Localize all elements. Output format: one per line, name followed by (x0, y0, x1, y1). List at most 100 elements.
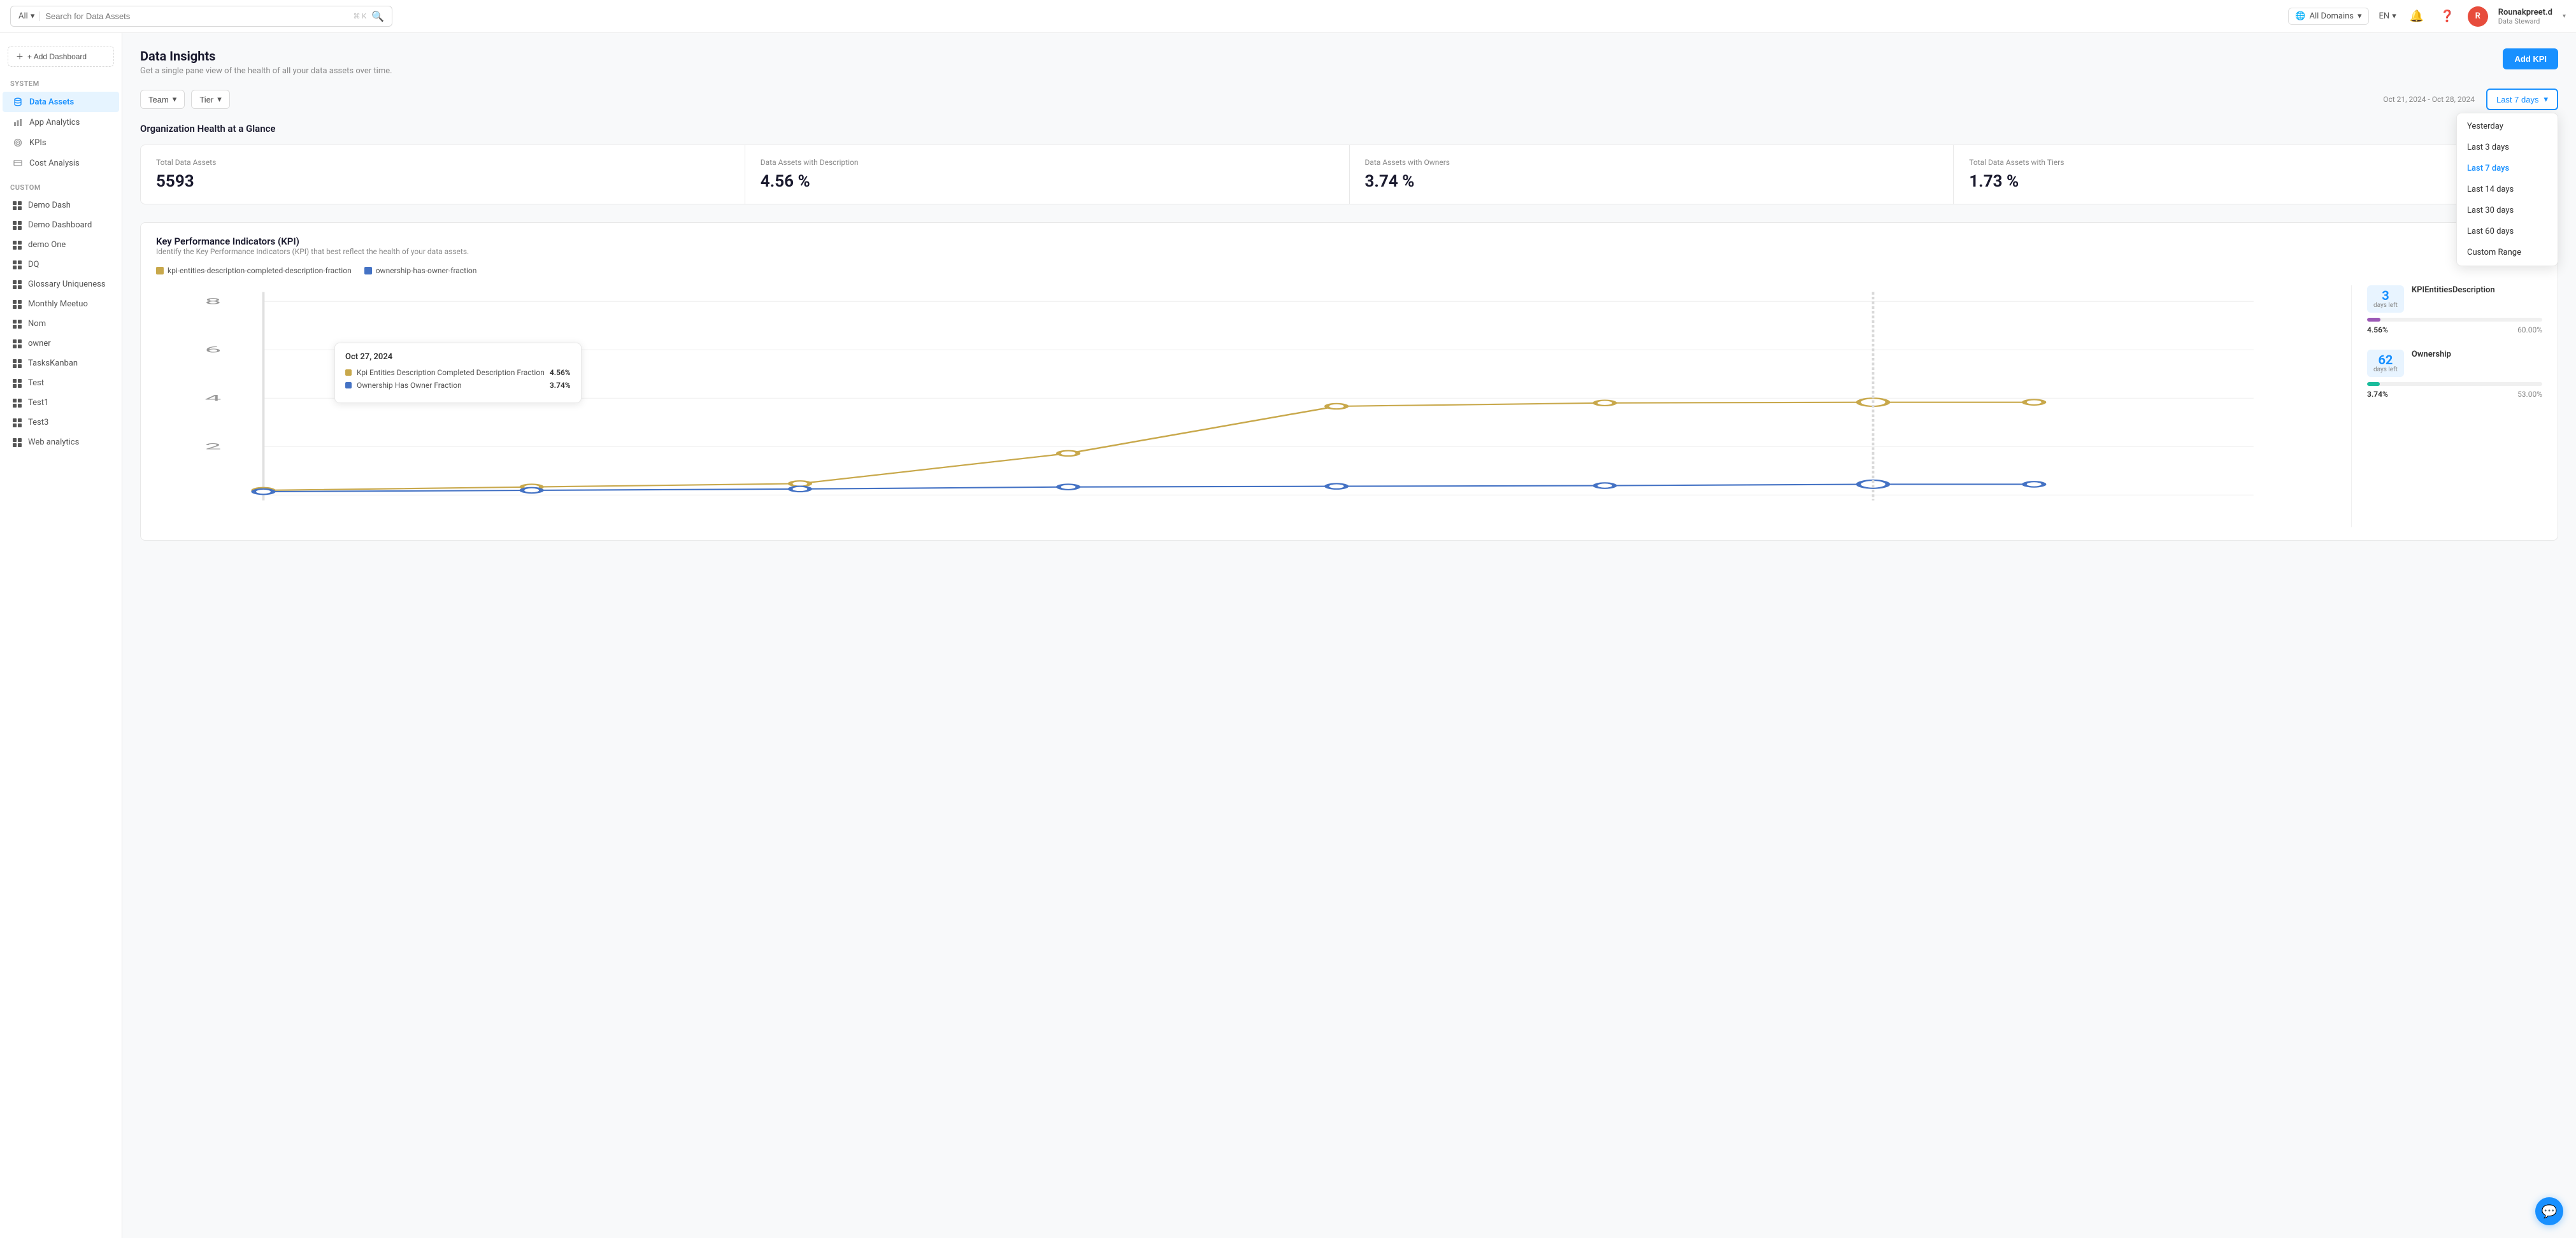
grid-icon (13, 359, 22, 368)
page-title: Data Insights (140, 48, 392, 64)
date-dropdown-menu: YesterdayLast 3 daysLast 7 daysLast 14 d… (2456, 113, 2558, 266)
kpi-card-name: KPIEntitiesDescription (2412, 285, 2495, 295)
legend-label: kpi-entities-description-completed-descr… (168, 266, 352, 275)
search-icon[interactable]: 🔍 (371, 10, 384, 22)
date-option-yesterday[interactable]: Yesterday (2457, 116, 2558, 137)
sidebar-item-label: Test3 (28, 418, 48, 427)
sidebar-item-nom[interactable]: Nom (3, 314, 119, 334)
chevron-down-icon: ▾ (2392, 11, 2396, 21)
sidebar-item-demo-dash[interactable]: Demo Dash (3, 196, 119, 215)
avatar[interactable]: R (2468, 6, 2488, 27)
kpi-progress-bar-bg (2367, 318, 2542, 322)
lang-selector[interactable]: EN ▾ (2379, 11, 2396, 21)
sidebar-item-test[interactable]: Test (3, 373, 119, 393)
stat-card: Data Assets with Description 4.56 % (745, 145, 1349, 204)
sidebar-item-demo-one[interactable]: demo One (3, 235, 119, 255)
svg-text:8: 8 (205, 297, 222, 306)
stat-card: Total Data Assets 5593 (141, 145, 745, 204)
sidebar-item-dq[interactable]: DQ (3, 255, 119, 274)
kpi-header: Key Performance Indicators (KPI) Identif… (156, 236, 2542, 256)
days-number: 3 (2373, 289, 2398, 302)
tooltip-color (345, 369, 352, 376)
tooltip-value: 3.74% (550, 381, 571, 390)
sidebar-item-glossary-uniqueness[interactable]: Glossary Uniqueness (3, 274, 119, 294)
sidebar-item-monthly-meetuo[interactable]: Monthly Meetuo (3, 294, 119, 314)
filter-group: Team ▾ Tier ▾ (140, 90, 230, 109)
sidebar-item-owner[interactable]: owner (3, 334, 119, 353)
user-info[interactable]: Rounakpreet.d Data Steward (2498, 8, 2552, 25)
date-option-last-7-days[interactable]: Last 7 days (2457, 158, 2558, 179)
kpi-progress-bar (2367, 318, 2380, 322)
sidebar-item-data-assets[interactable]: Data Assets (3, 92, 119, 112)
date-dropdown-button[interactable]: Last 7 days ▾ (2486, 89, 2558, 110)
grid-icon (13, 260, 22, 269)
search-filter-dropdown[interactable]: All ▾ (18, 11, 40, 21)
topbar: All ▾ ⌘ K 🔍 🌐 All Domains ▾ EN ▾ 🔔 ❓ R R… (0, 0, 2576, 33)
sidebar-item-tasks-kanban[interactable]: TasksKanban (3, 353, 119, 373)
legend-color (156, 267, 164, 274)
sidebar-item-test1[interactable]: Test1 (3, 393, 119, 413)
sidebar-item-demo-dashboard[interactable]: Demo Dashboard (3, 215, 119, 235)
kpi-current-value: 3.74% (2367, 390, 2388, 399)
stat-label: Data Assets with Description (761, 158, 1334, 167)
sidebar-item-label: DQ (28, 260, 39, 269)
user-chevron-icon[interactable]: ▾ (2563, 13, 2566, 20)
legend-color (364, 267, 372, 274)
notifications-icon[interactable]: 🔔 (2407, 6, 2427, 27)
help-icon[interactable]: ❓ (2437, 6, 2458, 27)
tier-filter-button[interactable]: Tier ▾ (191, 90, 229, 109)
sidebar-item-web-analytics[interactable]: Web analytics (3, 432, 119, 452)
sidebar-item-label: Cost Analysis (29, 159, 80, 168)
search-input[interactable] (45, 11, 348, 21)
user-name: Rounakpreet.d (2498, 8, 2552, 17)
kpi-progress-bar-bg (2367, 382, 2542, 386)
stat-label: Data Assets with Owners (1365, 158, 1938, 167)
sidebar-item-test3[interactable]: Test3 (3, 413, 119, 432)
kpi-target-value: 53.00% (2517, 390, 2542, 399)
kpi-target-value: 60.00% (2517, 325, 2542, 334)
add-kpi-button[interactable]: Add KPI (2503, 48, 2558, 69)
stats-grid: Total Data Assets 5593Data Assets with D… (140, 145, 2558, 204)
grid-icon (13, 320, 22, 329)
svg-text:4: 4 (205, 394, 222, 403)
legend-label: ownership-has-owner-fraction (376, 266, 477, 275)
kpi-right-panel: 3 days left KPIEntitiesDescription 4.56%… (2351, 285, 2542, 527)
add-dashboard-button[interactable]: ＋ + Add Dashboard (8, 46, 114, 67)
domain-label: All Domains (2310, 11, 2354, 21)
domain-selector[interactable]: 🌐 All Domains ▾ (2288, 8, 2368, 25)
sidebar-item-label: App Analytics (29, 118, 80, 127)
page-header: Data Insights Get a single pane view of … (140, 48, 2558, 76)
date-option-custom-range[interactable]: Custom Range (2457, 242, 2558, 263)
sidebar-item-app-analytics[interactable]: App Analytics (3, 112, 119, 132)
team-filter-button[interactable]: Team ▾ (140, 90, 185, 109)
stat-value: 5593 (156, 172, 729, 191)
search-shortcut: ⌘ K (353, 12, 366, 20)
tooltip-label: Kpi Entities Description Completed Descr… (357, 368, 545, 377)
sidebar: ＋ + Add Dashboard SYSTEM Data Assets App… (0, 33, 122, 1238)
sidebar-item-label: Nom (28, 319, 46, 329)
grid-icon (13, 300, 22, 309)
chevron-down-icon: ▾ (217, 94, 222, 104)
sidebar-item-label: demo One (28, 240, 66, 250)
sidebar-item-cost-analysis[interactable]: Cost Analysis (3, 153, 119, 173)
days-label: days left (2373, 366, 2398, 373)
chat-bubble[interactable]: 💬 (2535, 1197, 2563, 1225)
date-option-last-60-days[interactable]: Last 60 days (2457, 221, 2558, 242)
page-title-block: Data Insights Get a single pane view of … (140, 48, 392, 76)
sidebar-item-kpis[interactable]: KPIs (3, 132, 119, 153)
page-subtitle: Get a single pane view of the health of … (140, 66, 392, 76)
search-filter-label: All (18, 11, 28, 21)
date-option-last-14-days[interactable]: Last 14 days (2457, 179, 2558, 200)
kpi-progress-bar (2367, 382, 2380, 386)
globe-icon: 🌐 (2295, 11, 2305, 21)
sidebar-item-label: owner (28, 339, 51, 348)
date-option-last-3-days[interactable]: Last 3 days (2457, 137, 2558, 158)
chart-area: 8 6 4 2 (156, 285, 2351, 527)
days-left-badge: 62 days left (2367, 350, 2404, 377)
date-label: Last 7 days (2496, 95, 2539, 104)
sidebar-item-label: KPIs (29, 138, 47, 148)
content-area: Data Insights Get a single pane view of … (122, 33, 2576, 1238)
days-number: 62 (2373, 353, 2398, 366)
grid-icon (13, 438, 22, 447)
date-option-last-30-days[interactable]: Last 30 days (2457, 200, 2558, 221)
